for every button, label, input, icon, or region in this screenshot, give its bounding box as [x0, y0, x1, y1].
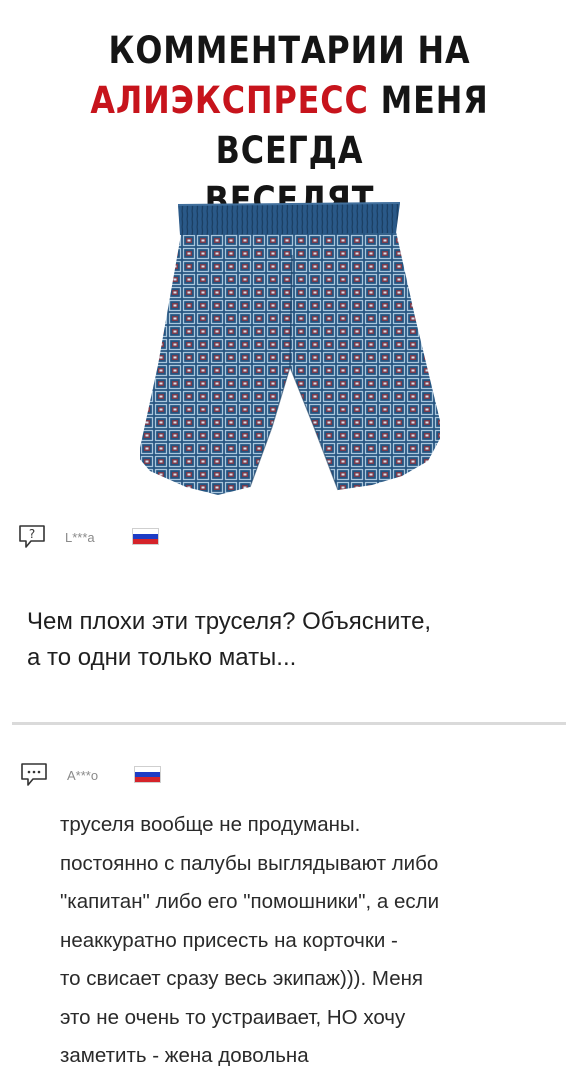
comment-divider: [12, 722, 566, 725]
answer-line: то свисает сразу весь экипаж))). Меня: [60, 967, 424, 990]
question-meta: ? L***a: [18, 524, 178, 550]
answer-line: это не очень то устраивает, НО хочу: [60, 1005, 406, 1029]
russia-flag-icon: [134, 766, 161, 783]
answer-line: труселя вообще не продуманы.: [60, 813, 361, 836]
headline-line-1: КОММЕНТАРИИ НА: [108, 29, 471, 72]
answer-line: неаккуратно присесть на корточки -: [60, 928, 398, 952]
answer-meta: A***o: [20, 762, 180, 788]
product-image-boxer-shorts: [140, 202, 440, 495]
answer-author[interactable]: A***o: [67, 768, 98, 783]
question-author[interactable]: L***a: [65, 530, 95, 545]
question-text: Чем плохи эти труселя? Объясните, а то о…: [27, 604, 557, 676]
question-line: Чем плохи эти труселя? Объясните,: [27, 608, 432, 635]
answer-line: заметить - жена довольна: [60, 1044, 309, 1067]
answer-text: труселя вообще не продуманы. постоянно с…: [60, 806, 560, 1076]
answer-line: "капитан" либо его "помошники", а если: [60, 890, 440, 913]
ellipsis-bubble-icon: [21, 763, 47, 786]
answer-line: постоянно с палубы выглядывают либо: [60, 851, 439, 875]
headline-accent-aliexpress: АЛИЭКСПРЕСС: [90, 79, 369, 122]
question-line: а то одни только маты...: [27, 644, 297, 671]
question-bubble-icon: ?: [19, 525, 45, 548]
headline-line-2: АЛИЭКСПРЕСС МЕНЯ ВСЕГДА: [41, 76, 539, 176]
svg-text:?: ?: [29, 527, 35, 541]
russia-flag-icon: [132, 528, 159, 545]
